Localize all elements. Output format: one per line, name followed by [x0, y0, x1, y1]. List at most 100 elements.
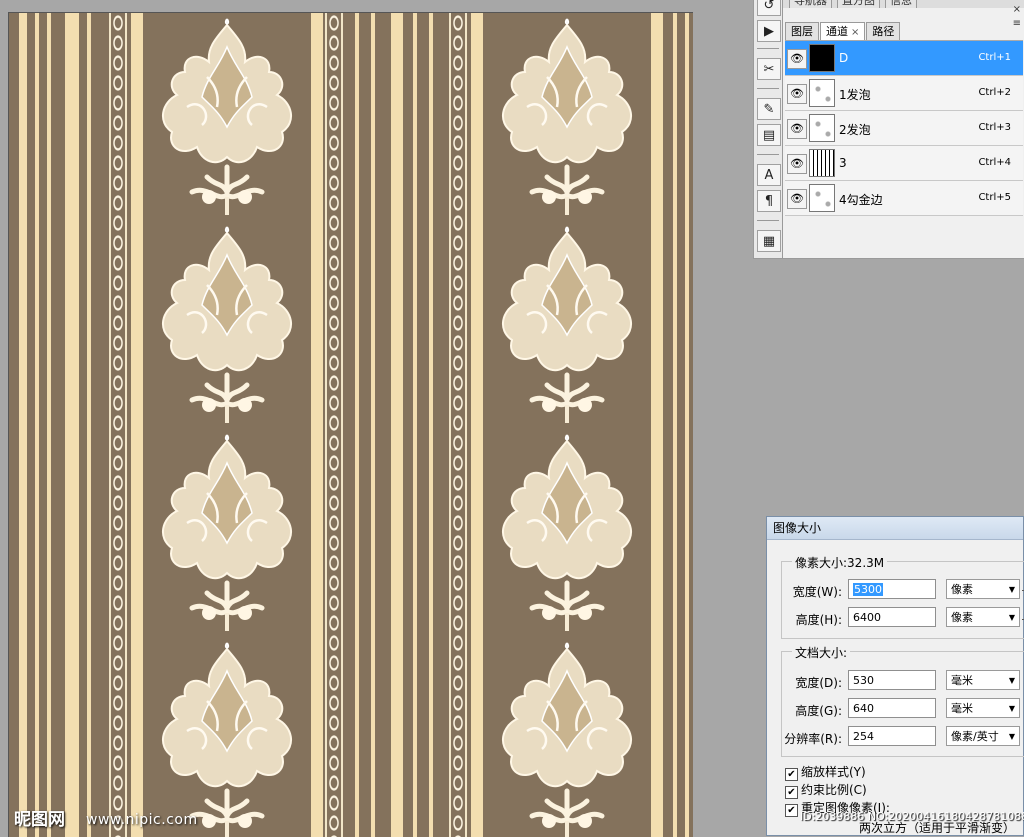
stripe: [47, 13, 51, 837]
tab-histogram[interactable]: 直方图: [837, 0, 880, 8]
channel-row[interactable]: 👁 D Ctrl+1: [785, 41, 1023, 76]
document-canvas[interactable]: [8, 12, 693, 837]
channel-shortcut: Ctrl+2: [978, 87, 1011, 98]
close-icon[interactable]: ×: [1013, 4, 1021, 15]
field-label: 分辨率(R):: [784, 732, 842, 746]
tab-close-icon[interactable]: ×: [851, 27, 859, 38]
field-label: 高度(G):: [795, 704, 842, 718]
input-value: 5300: [853, 583, 883, 596]
stripe: [311, 13, 323, 837]
watermark-url: www.nipic.com: [86, 812, 198, 828]
select-value: 像素: [951, 611, 973, 624]
dropdown-arrow-icon: ▼: [1008, 613, 1015, 622]
eye-icon[interactable]: 👁: [787, 119, 807, 139]
pixel-width-unit-select[interactable]: 像素 ▼: [946, 579, 1020, 599]
eye-icon[interactable]: 👁: [787, 154, 807, 174]
panel-tabs: 图层 通道 × 路径: [785, 22, 901, 40]
watermark-id: ID:2039886 NO:20200416180428781088: [800, 810, 1024, 823]
select-value: 像素/英寸: [951, 730, 999, 743]
channel-thumbnail: [809, 79, 835, 107]
channel-row[interactable]: 👁 3 Ctrl+4: [785, 146, 1023, 181]
channel-name: 1发泡: [839, 88, 871, 102]
stripe: [685, 13, 689, 837]
resolution-input[interactable]: 254: [848, 726, 936, 746]
damask-motif: [487, 641, 647, 837]
stripe: [131, 13, 143, 837]
actions-icon[interactable]: ▶: [757, 20, 781, 42]
watermark-logo: 昵图网: [14, 810, 65, 830]
stripe: [355, 13, 359, 837]
stripe: [471, 13, 483, 837]
scale-styles-checkbox[interactable]: ✔ 缩放样式(Y): [785, 763, 866, 781]
tab-paths[interactable]: 路径: [866, 22, 901, 40]
tab-navigator[interactable]: 导航器: [789, 0, 832, 8]
tool-presets-icon[interactable]: ✂: [757, 58, 781, 80]
tab-info[interactable]: 信息: [885, 0, 917, 8]
eye-icon[interactable]: 👁: [787, 189, 807, 209]
input-value: 254: [853, 730, 874, 743]
stripe: [371, 13, 375, 837]
doc-width-input[interactable]: 530: [848, 670, 936, 690]
separator: [757, 48, 779, 49]
stripe: [35, 13, 39, 837]
damask-motif: [487, 433, 647, 633]
eye-icon[interactable]: 👁: [787, 84, 807, 104]
paragraph-icon[interactable]: ¶: [757, 190, 781, 212]
select-value: 像素: [951, 583, 973, 596]
channel-row[interactable]: 👁 4勾金边 Ctrl+5: [785, 181, 1023, 216]
channel-shortcut: Ctrl+1: [978, 52, 1011, 63]
stripe: [651, 13, 663, 837]
stripe: [19, 13, 27, 837]
stripe: [87, 13, 91, 837]
chain-border: [449, 13, 467, 837]
chain-border: [325, 13, 343, 837]
dropdown-arrow-icon: ▼: [1008, 704, 1015, 713]
layer-comps-icon[interactable]: ▦: [757, 230, 781, 252]
document-size-group: 文档大小: 宽度(D): 530 毫米 ▼ 高度(G): 640 毫米 ▼ 分辨率(…: [781, 644, 1024, 757]
separator: [757, 220, 779, 221]
stripe: [391, 13, 403, 837]
field-label: 高度(H):: [795, 613, 842, 627]
clone-source-icon[interactable]: ▤: [757, 124, 781, 146]
channel-list: 👁 D Ctrl+1 👁 1发泡 Ctrl+2 👁 2发泡 Ctrl+3 👁 3…: [785, 40, 1023, 216]
pixel-width-input[interactable]: 5300: [848, 579, 936, 599]
pixel-height-input[interactable]: 6400: [848, 607, 936, 627]
select-value: 毫米: [951, 702, 973, 715]
doc-height-input[interactable]: 640: [848, 698, 936, 718]
pixel-dimensions-group: 像素大小:32.3M 宽度(W): 5300 像素 ▼ 高度(H): 6400 像…: [781, 554, 1024, 639]
image-size-dialog: 图像大小 像素大小:32.3M 宽度(W): 5300 像素 ▼ 高度(H): 6…: [766, 516, 1024, 836]
character-icon[interactable]: A: [757, 164, 781, 186]
stripe: [429, 13, 433, 837]
panel-menu-icon[interactable]: ≡: [1013, 18, 1021, 29]
group-title: 文档大小:: [792, 644, 851, 661]
pixel-height-unit-select[interactable]: 像素 ▼: [946, 607, 1020, 627]
tab-label: 路径: [872, 25, 895, 38]
channel-thumbnail: [809, 114, 835, 142]
channel-row[interactable]: 👁 1发泡 Ctrl+2: [785, 76, 1023, 111]
eye-icon[interactable]: 👁: [787, 49, 807, 69]
channel-name: 2发泡: [839, 123, 871, 137]
channel-thumbnail: [809, 44, 835, 72]
doc-height-unit-select[interactable]: 毫米 ▼: [946, 698, 1020, 718]
channel-name: D: [839, 51, 849, 65]
tab-layers[interactable]: 图层: [785, 22, 819, 40]
doc-width-unit-select[interactable]: 毫米 ▼: [946, 670, 1020, 690]
brushes-icon[interactable]: ✎: [757, 98, 781, 120]
dropdown-arrow-icon: ▼: [1008, 732, 1015, 741]
panel-dock-strip: ↺ ▶ ✂ ✎ ▤ A ¶ ▦: [753, 0, 783, 259]
constrain-proportions-checkbox[interactable]: ✔ 约束比例(C): [785, 781, 867, 799]
tab-channels[interactable]: 通道 ×: [820, 22, 866, 40]
pixel-height-row: 高度(H): 6400 像素 ▼: [782, 607, 1024, 629]
resolution-unit-select[interactable]: 像素/英寸 ▼: [946, 726, 1020, 746]
dropdown-arrow-icon: ▼: [1008, 585, 1015, 594]
damask-motif: [487, 17, 647, 217]
channel-name: 3: [839, 156, 847, 170]
history-icon[interactable]: ↺: [757, 0, 781, 16]
tab-label: 图层: [791, 25, 813, 38]
channel-shortcut: Ctrl+5: [978, 192, 1011, 203]
chain-border: [109, 13, 127, 837]
channels-panel: 导航器 直方图 信息 × ≡ 图层 通道 × 路径 👁 D Ctrl+1 👁 1发…: [782, 0, 1024, 259]
channel-thumbnail: [809, 184, 835, 212]
channel-row[interactable]: 👁 2发泡 Ctrl+3: [785, 111, 1023, 146]
separator: [757, 88, 779, 89]
